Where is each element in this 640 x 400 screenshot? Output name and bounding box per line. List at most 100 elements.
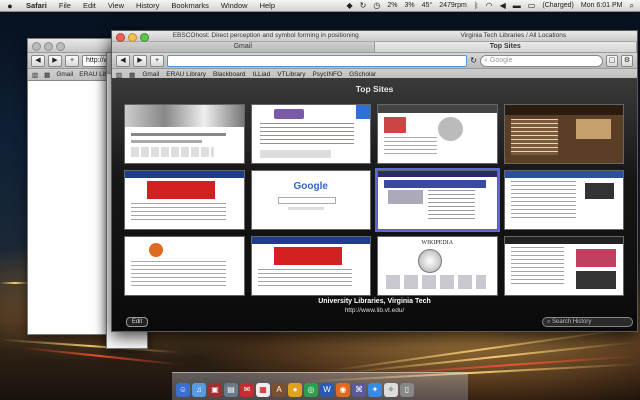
reload-icon[interactable]: ↻: [470, 56, 477, 65]
dictionary-icon[interactable]: A: [272, 383, 286, 397]
calendar-icon[interactable]: ▦: [256, 383, 270, 397]
forward-button[interactable]: ▶: [133, 54, 147, 67]
menu-help[interactable]: Help: [254, 1, 281, 10]
finder-icon[interactable]: ☺: [176, 383, 190, 397]
apple-menu-icon[interactable]: ●: [0, 1, 20, 11]
light-icon[interactable]: ✧: [384, 383, 398, 397]
forward-button[interactable]: ▶: [48, 54, 62, 67]
sync-icon[interactable]: ↻: [360, 1, 367, 10]
zoom-icon[interactable]: [140, 33, 149, 42]
site-thumbnail[interactable]: Google: [250, 170, 371, 230]
menu-safari[interactable]: Safari: [20, 1, 53, 10]
search-history-field[interactable]: ⌕ Search History: [542, 317, 633, 327]
page-menu-button[interactable]: ▢: [606, 54, 618, 67]
site-thumbnail[interactable]: WIKIPEDIA: [377, 236, 498, 296]
back-button[interactable]: ◀: [116, 54, 130, 67]
firefox-icon[interactable]: ◉: [336, 383, 350, 397]
spotlight-icon[interactable]: ⌕: [630, 1, 634, 11]
tab-top-sites[interactable]: Top Sites: [374, 42, 637, 52]
bookmark-gmail[interactable]: Gmail: [142, 71, 159, 78]
bluetooth-icon[interactable]: ᛒ: [474, 1, 479, 10]
preview-icon[interactable]: ▤: [224, 383, 238, 397]
cpu-status: 2%: [387, 2, 398, 9]
menu-history[interactable]: History: [130, 1, 165, 10]
trash-icon[interactable]: ▯: [400, 383, 414, 397]
site-thumbnail[interactable]: [503, 170, 624, 230]
site-thumbnail[interactable]: [124, 104, 245, 164]
bookmark-blackboard[interactable]: Blackboard: [213, 71, 246, 78]
bookmark-gmail[interactable]: Gmail: [56, 71, 73, 78]
toolbar: ◀ ▶ + ↻ ⌕ Google ▢ ⚙: [112, 52, 637, 69]
network-icon[interactable]: ⌘: [352, 383, 366, 397]
photo-icon[interactable]: ▣: [208, 383, 222, 397]
top-sites-icon[interactable]: ▦: [44, 71, 50, 79]
fan-status: 2479rpm: [439, 2, 467, 9]
wifi-icon[interactable]: ◠: [486, 1, 493, 10]
tab-bar: Gmail Top Sites: [112, 41, 637, 52]
dropbox-icon[interactable]: ◆: [347, 1, 353, 10]
top-sites-view: Top Sites Google WIKIPEDIA University Li…: [112, 78, 637, 331]
bookmark-vtlibrary[interactable]: VTLibrary: [277, 71, 305, 78]
site-thumbnail-selected[interactable]: [375, 168, 500, 232]
top-sites-heading: Top Sites: [355, 84, 394, 94]
safari-window[interactable]: EBSCOhost: Direct perception and symbol …: [111, 30, 638, 332]
site-thumbnail[interactable]: [250, 236, 371, 296]
menu-bar: ● Safari File Edit View History Bookmark…: [0, 0, 640, 12]
menu-view[interactable]: View: [102, 1, 130, 10]
timemachine-icon[interactable]: ◷: [373, 1, 380, 10]
window-title: EBSCOhost: Direct perception and symbol …: [172, 32, 359, 39]
bookmark-illiad[interactable]: ILLiad: [253, 71, 271, 78]
window-titlebar[interactable]: EBSCOhost: Direct perception and symbol …: [112, 31, 637, 42]
back-button[interactable]: ◀: [31, 54, 45, 67]
dock: ☺ ♫ ▣ ▤ ✉ ▦ A ● ◎ W ◉ ⌘ ✦ ✧ ▯: [172, 372, 468, 400]
flag-icon[interactable]: ▬: [513, 1, 521, 10]
settings-gear-button[interactable]: ⚙: [621, 54, 633, 67]
word-icon[interactable]: W: [320, 383, 334, 397]
minimize-icon[interactable]: [44, 42, 53, 51]
battery-status: (Charged): [542, 2, 574, 9]
mail-icon[interactable]: ✉: [240, 383, 254, 397]
close-icon[interactable]: [116, 33, 125, 42]
add-bookmark-button[interactable]: +: [150, 54, 164, 67]
site-thumbnail[interactable]: [250, 104, 371, 164]
search-field[interactable]: ⌕ Google: [480, 54, 603, 67]
site-thumbnail[interactable]: [124, 236, 245, 296]
site-thumbnail[interactable]: [503, 104, 624, 164]
bookmark-erau-library[interactable]: ERAU Library: [166, 71, 206, 78]
thumb-wikipedia-logo: WIKIPEDIA: [421, 240, 454, 246]
menu-file[interactable]: File: [53, 1, 77, 10]
reading-list-icon[interactable]: ▥: [32, 71, 38, 79]
selected-site-url: http://www.lib.vt.edu/: [344, 307, 405, 314]
thumb-google-logo: Google: [293, 181, 328, 192]
search-placeholder: Google: [489, 56, 513, 64]
clock[interactable]: Mon 6:01 PM: [581, 2, 623, 9]
battery-icon[interactable]: ▭: [528, 1, 536, 10]
site-thumbnail[interactable]: [377, 104, 498, 164]
chrome-icon[interactable]: ◎: [304, 383, 318, 397]
search-history-placeholder: Search History: [552, 319, 592, 325]
selected-site-title: University Libraries, Virginia Tech: [318, 298, 431, 305]
ball-icon[interactable]: ●: [288, 383, 302, 397]
top-sites-grid: Google WIKIPEDIA: [124, 104, 624, 296]
disk-status: 3%: [404, 2, 415, 9]
address-field[interactable]: [167, 54, 468, 67]
menu-window[interactable]: Window: [215, 1, 254, 10]
add-bookmark-button[interactable]: +: [65, 54, 79, 67]
search-icon: ⌕: [484, 56, 488, 64]
minimize-icon[interactable]: [128, 33, 137, 42]
tab-gmail[interactable]: Gmail: [112, 42, 375, 52]
menu-bookmarks[interactable]: Bookmarks: [165, 1, 215, 10]
edit-button[interactable]: Edit: [126, 317, 148, 327]
zoom-icon[interactable]: [56, 42, 65, 51]
safari-icon[interactable]: ✦: [368, 383, 382, 397]
bookmark-gscholar[interactable]: GScholar: [349, 71, 376, 78]
menu-edit[interactable]: Edit: [77, 1, 102, 10]
window-title-right: Virginia Tech Libraries / All Locations: [460, 32, 567, 39]
volume-icon[interactable]: ◀: [500, 1, 506, 10]
close-icon[interactable]: [32, 42, 41, 51]
itunes-icon[interactable]: ♫: [192, 383, 206, 397]
temp-status: 45°: [421, 2, 433, 9]
site-thumbnail[interactable]: [124, 170, 245, 230]
bookmark-psycinfo[interactable]: PsycINFO: [312, 71, 342, 78]
site-thumbnail[interactable]: [503, 236, 624, 296]
